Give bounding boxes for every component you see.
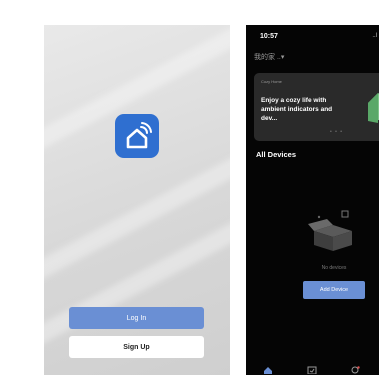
status-time: 10:57: [260, 33, 278, 40]
light-band: [44, 176, 230, 362]
banner-tag: Cozy Home: [261, 79, 282, 84]
home-selector[interactable]: 我的家 ..▾: [254, 52, 284, 62]
banner-text: Enjoy a cozy life with ambient indicator…: [261, 97, 333, 122]
promo-banner[interactable]: Cozy Home Enjoy a cozy life with ambient…: [254, 73, 379, 141]
signup-button[interactable]: Sign Up: [69, 336, 204, 358]
add-device-button[interactable]: Add Device: [303, 281, 365, 299]
house-illustration-icon: [368, 93, 379, 123]
login-screen: Log In Sign Up: [44, 25, 230, 375]
empty-state-text: No devices: [321, 265, 347, 271]
home-tab-icon[interactable]: [263, 366, 273, 374]
scene-tab-icon[interactable]: [307, 366, 317, 374]
login-button[interactable]: Log In: [69, 307, 204, 329]
empty-box-icon: [308, 210, 352, 251]
banner-pagination: • • •: [330, 129, 344, 135]
signal-icon: ..l: [372, 33, 377, 39]
tab-bar: [246, 365, 379, 375]
section-title-all-devices: All Devices: [256, 150, 297, 159]
smart-home-wifi-icon: [115, 114, 159, 158]
profile-tab-icon[interactable]: [350, 366, 360, 374]
home-screen: 10:57 ..l 我的家 ..▾ Cozy Home Enjoy a cozy…: [246, 25, 379, 375]
